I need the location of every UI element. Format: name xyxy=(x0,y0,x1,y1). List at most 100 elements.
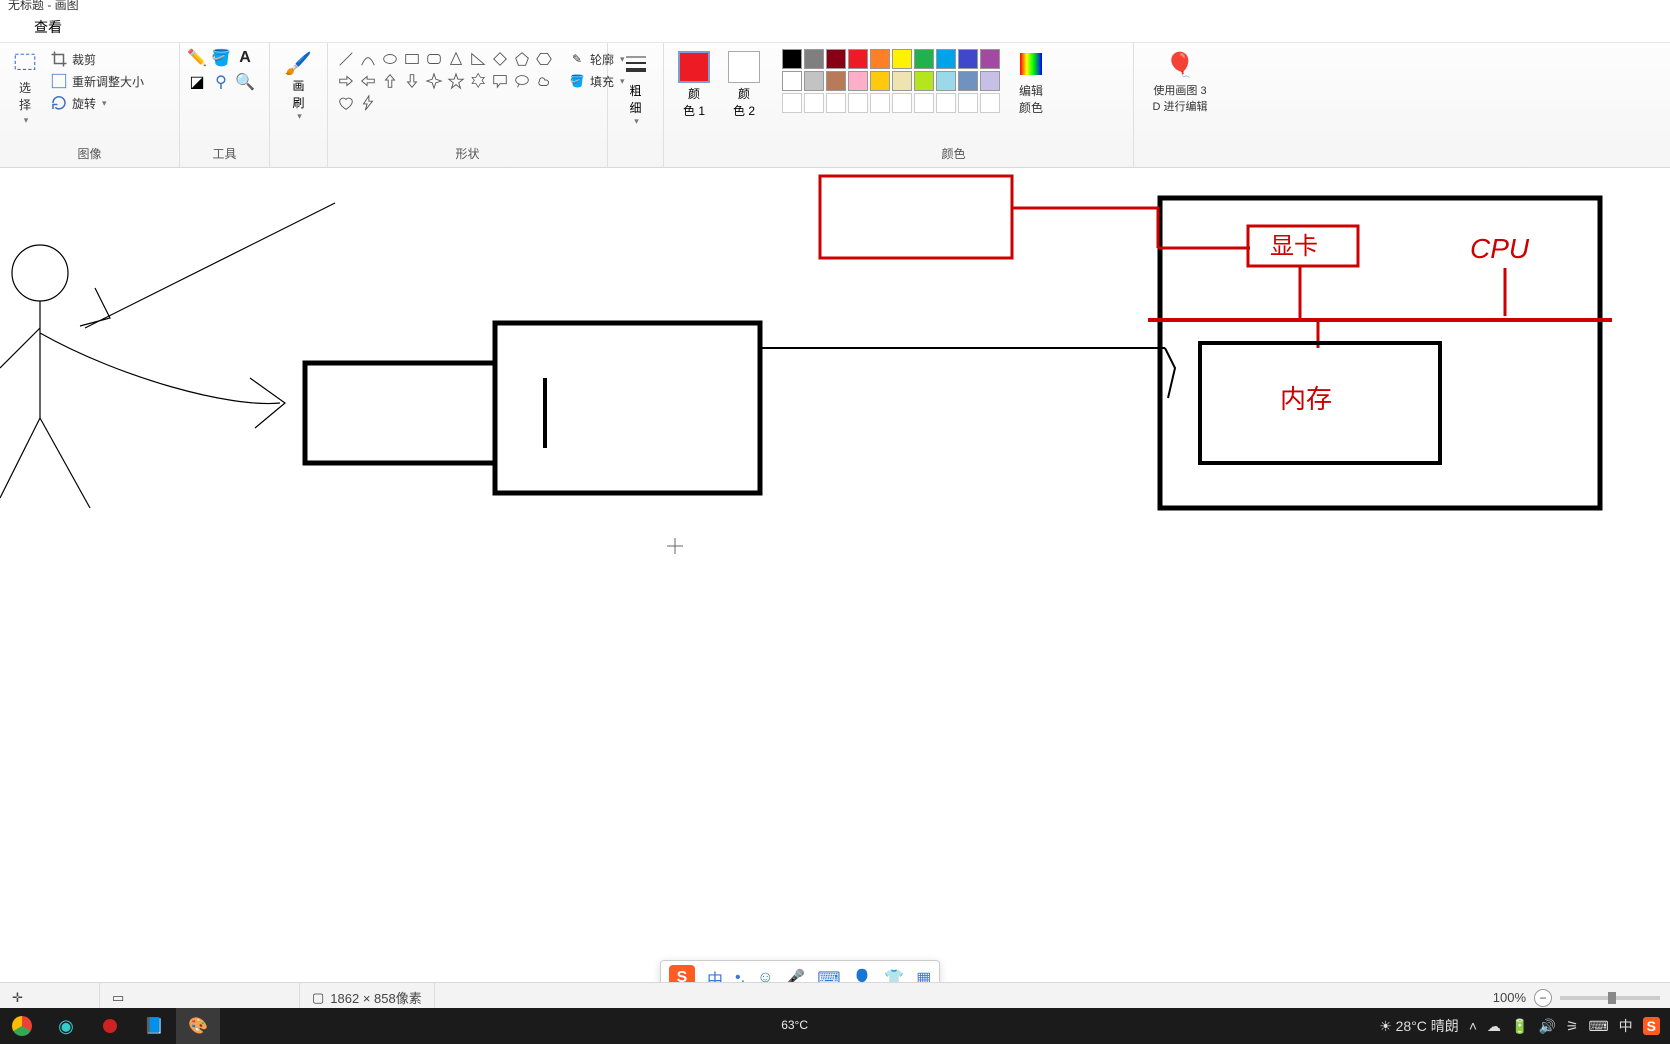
tray-volume-icon[interactable]: 🔊 xyxy=(1538,1018,1555,1035)
color-swatch[interactable] xyxy=(958,49,978,69)
color-swatch[interactable] xyxy=(936,93,956,113)
text-tool[interactable]: A xyxy=(236,49,254,67)
taskbar-edge[interactable]: ◉ xyxy=(44,1008,88,1044)
taskbar-paint-active[interactable]: 🎨 xyxy=(176,1008,220,1044)
color-swatch[interactable] xyxy=(848,49,868,69)
picker-tool[interactable]: ⚲ xyxy=(212,73,230,91)
color-swatch[interactable] xyxy=(892,93,912,113)
crop-button[interactable]: 裁剪 xyxy=(48,49,146,69)
brush-icon: 🖌️ xyxy=(285,51,312,77)
tray-wifi-icon[interactable]: ⚞ xyxy=(1566,1018,1579,1035)
color-swatch[interactable] xyxy=(892,71,912,91)
tray-lang[interactable]: 中 xyxy=(1619,1016,1633,1036)
color-swatch[interactable] xyxy=(958,93,978,113)
color-swatch[interactable] xyxy=(848,71,868,91)
ribbon: 选 择▾ 裁剪 重新调整大小 旋转▾ 图像 ✏️ � xyxy=(0,42,1670,168)
pencil-tool[interactable]: ✏️ xyxy=(188,49,206,67)
color-swatch[interactable] xyxy=(782,49,802,69)
select-button[interactable]: 选 择▾ xyxy=(8,49,42,128)
label-memory: 内存 xyxy=(1280,384,1332,414)
color-swatch[interactable] xyxy=(914,49,934,69)
tray-onedrive-icon[interactable]: ☁ xyxy=(1487,1018,1501,1035)
shape-callout-cloud[interactable] xyxy=(534,71,554,91)
color-swatch[interactable] xyxy=(804,49,824,69)
label-gpu: 显卡 xyxy=(1270,233,1318,260)
canvas[interactable]: 显卡 CPU 内存 xyxy=(0,168,1670,868)
shape-triangle[interactable] xyxy=(468,49,488,69)
resize-button[interactable]: 重新调整大小 xyxy=(48,71,146,91)
color-swatch[interactable] xyxy=(980,49,1000,69)
shape-star5[interactable] xyxy=(446,71,466,91)
paint3d-button[interactable]: 🎈 使用画图 3 D 进行编辑 xyxy=(1149,49,1212,116)
magnifier-tool[interactable]: 🔍 xyxy=(236,73,254,91)
shape-star4[interactable] xyxy=(424,71,444,91)
rotate-icon xyxy=(50,94,68,112)
shape-pentagon[interactable] xyxy=(512,49,532,69)
color1-button[interactable]: 颜 色 1 xyxy=(674,49,714,121)
taskbar: ◉ 📘 🎨 63°C ☀ 28°C 晴朗 ˄ ☁ 🔋 🔊 ⚞ ⌨ 中 S xyxy=(0,1008,1670,1044)
brush-button[interactable]: 🖌️ 画 刷▾ xyxy=(277,49,320,124)
shape-star6[interactable] xyxy=(468,71,488,91)
shape-diamond[interactable] xyxy=(490,49,510,69)
color-palette[interactable] xyxy=(782,49,1000,113)
edit-colors-button[interactable]: 编辑 颜色 xyxy=(1014,49,1048,118)
color-swatch[interactable] xyxy=(980,93,1000,113)
tab-view[interactable]: 查看 xyxy=(20,13,76,41)
outline-icon: ✎ xyxy=(568,50,586,68)
shape-arrow-u[interactable] xyxy=(380,71,400,91)
shape-roundrect[interactable] xyxy=(424,49,444,69)
canvas-size-icon: ▢ xyxy=(312,990,324,1006)
color-swatch[interactable] xyxy=(826,93,846,113)
shape-arrow-l[interactable] xyxy=(358,71,378,91)
tray-cpu-temp[interactable]: 63°C xyxy=(781,1019,808,1032)
shape-arrow-r[interactable] xyxy=(336,71,356,91)
color-swatch[interactable] xyxy=(914,71,934,91)
crop-icon xyxy=(50,50,68,68)
shape-heart[interactable] xyxy=(336,93,356,113)
shape-callout-oval[interactable] xyxy=(512,71,532,91)
color-swatch[interactable] xyxy=(870,71,890,91)
shape-rect[interactable] xyxy=(402,49,422,69)
color-swatch[interactable] xyxy=(826,49,846,69)
color-swatch[interactable] xyxy=(870,93,890,113)
bucket-tool[interactable]: 🪣 xyxy=(212,49,230,67)
shape-oval[interactable] xyxy=(380,49,400,69)
shape-hexagon[interactable] xyxy=(534,49,554,69)
color-swatch[interactable] xyxy=(826,71,846,91)
shape-callout-rect[interactable] xyxy=(490,71,510,91)
shape-curve[interactable] xyxy=(358,49,378,69)
color-swatch[interactable] xyxy=(782,71,802,91)
tray-battery-icon[interactable]: 🔋 xyxy=(1511,1018,1528,1035)
shapes-gallery[interactable] xyxy=(336,49,554,113)
tray-weather[interactable]: ☀ 28°C 晴朗 xyxy=(1379,1016,1459,1036)
color-swatch[interactable] xyxy=(958,71,978,91)
color-swatch[interactable] xyxy=(980,71,1000,91)
shape-arrow-d[interactable] xyxy=(402,71,422,91)
color-swatch[interactable] xyxy=(804,93,824,113)
rotate-button[interactable]: 旋转▾ xyxy=(48,93,146,113)
taskbar-chrome[interactable] xyxy=(0,1008,44,1044)
color-swatch[interactable] xyxy=(936,71,956,91)
color-swatch[interactable] xyxy=(892,49,912,69)
taskbar-notepad[interactable]: 📘 xyxy=(132,1008,176,1044)
shape-line[interactable] xyxy=(336,49,356,69)
color-swatch[interactable] xyxy=(848,93,868,113)
color-swatch[interactable] xyxy=(914,93,934,113)
eraser-tool[interactable]: ◪ xyxy=(188,73,206,91)
color-swatch[interactable] xyxy=(870,49,890,69)
taskbar-app-red[interactable] xyxy=(88,1008,132,1044)
drawing: 显卡 CPU 内存 xyxy=(0,168,1670,868)
shape-lightning[interactable] xyxy=(358,93,378,113)
color-swatch[interactable] xyxy=(936,49,956,69)
tray-sogou-icon[interactable]: S xyxy=(1643,1017,1660,1035)
shape-polygon[interactable] xyxy=(446,49,466,69)
cursor-pos-icon: ✛ xyxy=(12,990,23,1006)
color-swatch[interactable] xyxy=(782,93,802,113)
zoom-slider[interactable] xyxy=(1560,996,1660,1000)
thickness-button[interactable]: 粗 细▾ xyxy=(614,49,658,129)
tray-chevron-icon[interactable]: ˄ xyxy=(1469,1018,1477,1034)
color-swatch[interactable] xyxy=(804,71,824,91)
color2-button[interactable]: 颜 色 2 xyxy=(724,49,764,121)
zoom-out-button[interactable]: − xyxy=(1534,989,1552,1007)
tray-ime-icon[interactable]: ⌨ xyxy=(1588,1018,1608,1035)
